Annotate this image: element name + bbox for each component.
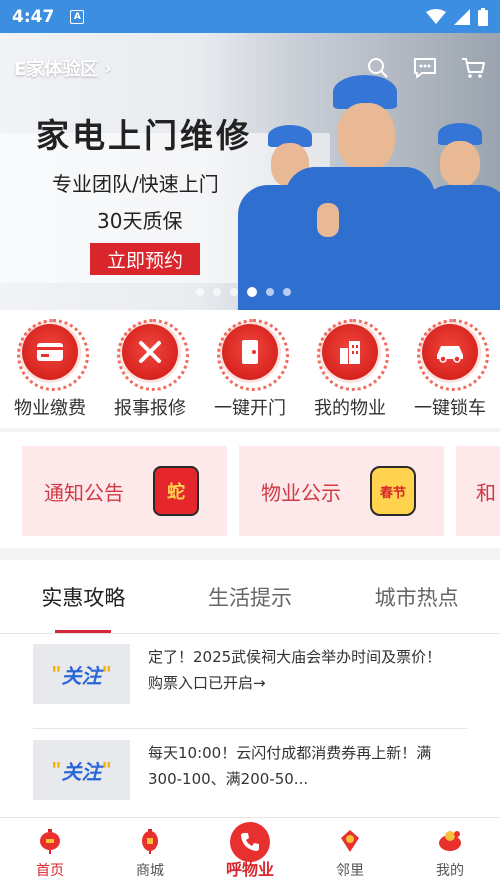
notification-icon: A [70,9,85,24]
service-label: 一键开门 [214,398,286,419]
carousel-dot[interactable] [266,288,274,296]
nav-neighbors[interactable]: 邻里 [300,818,400,888]
news-headline: 每天10:00！云闪付成都消费券再上新！满300-100、满200-50... [148,744,432,788]
book-now-button[interactable]: 立即预约 [90,243,200,275]
news-thumbnail: " 关注 " [33,644,130,704]
notice-cards: 通知公告 蛇 物业公示 春节 和 [0,432,500,548]
hero-banner[interactable]: E家体验区 › 家电上门维修 专业团队/快速上门 30天质保 立即预约 [0,33,500,310]
carousel-dot[interactable] [196,288,204,296]
notice-card-publicity[interactable]: 物业公示 春节 [239,446,444,536]
card-label: 物业公示 [261,480,341,505]
service-label: 一键锁车 [414,398,486,419]
news-item[interactable]: " 关注 " 定了！2025武侯祠大庙会举办时间及票价！购票入口已开启→ [33,644,467,726]
bottom-nav: 首页 商城 呼物业 邻里 我的 [0,817,500,888]
wifi-icon [426,8,446,24]
building-icon [317,319,389,391]
neighbors-icon [341,830,359,852]
service-repair[interactable]: 报事报修 [105,319,195,428]
news-item[interactable]: " 关注 " 每天10:00！云闪付成都消费券再上新！满300-100、满200-5… [33,740,467,822]
banner-title: 家电上门维修 [36,116,252,155]
tools-icon [117,319,189,391]
chevron-right-icon: › [104,57,112,79]
service-label: 物业缴费 [14,398,86,419]
thumbnail-text: 关注 [61,759,102,784]
news-section: 实惠攻略 生活提示 城市热点 " 关注 " 定了！2025武侯祠大庙会举办时间及票价… [0,560,500,817]
service-label: 报事报修 [114,398,186,419]
nav-profile[interactable]: 我的 [400,818,500,888]
search-icon[interactable] [366,56,390,80]
tv-badge-text: 春节 [379,485,406,501]
door-icon [217,319,289,391]
home-lantern-icon [40,829,60,854]
tab-deals[interactable]: 实惠攻略 [0,560,167,633]
header-actions [366,56,486,80]
cart-icon[interactable] [460,56,486,80]
service-shortcuts: 物业缴费 报事报修 一键开门 我的物业 一键锁车 [0,310,500,428]
card-label: 通知公告 [44,480,124,505]
phone-icon [230,822,270,862]
banner-subtitle-2: 30天质保 [97,209,183,233]
card-icon [17,319,89,391]
clock: 4:47 [12,6,55,27]
nav-mall[interactable]: 商城 [100,818,200,888]
banner-subtitle-1: 专业团队/快速上门 [52,172,219,196]
notice-card-partial[interactable]: 和 [456,446,500,536]
calendar-icon: 蛇 [153,466,199,516]
system-icons [426,7,488,26]
message-icon[interactable] [412,56,438,80]
tab-city-hotspots[interactable]: 城市热点 [333,560,500,633]
divider [33,728,467,729]
signal-icon [454,8,470,25]
service-label: 我的物业 [314,398,386,419]
carousel-dot[interactable] [283,288,291,296]
status-bar: 4:47 A [0,0,500,33]
top-bar: E家体验区 › [0,33,500,103]
nav-label: 邻里 [336,863,364,879]
nav-label: 商城 [136,863,164,879]
carousel-dot-active[interactable] [247,287,257,297]
news-thumbnail: " 关注 " [33,740,130,800]
carousel-dot[interactable] [213,288,221,296]
worker-figure-front [285,75,435,310]
tab-life-tips[interactable]: 生活提示 [167,560,334,633]
news-headline: 定了！2025武侯祠大庙会举办时间及票价！购票入口已开启→ [148,648,442,692]
carousel-dot[interactable] [230,288,238,296]
nav-label: 首页 [36,863,64,879]
service-lock-car[interactable]: 一键锁车 [405,319,495,428]
thumbnail-text: 关注 [61,663,102,688]
service-property-fee[interactable]: 物业缴费 [5,319,95,428]
battery-icon [478,7,488,26]
service-my-property[interactable]: 我的物业 [305,319,395,428]
calendar-badge-text: 蛇 [167,482,185,503]
news-tabs: 实惠攻略 生活提示 城市热点 [0,560,500,634]
mall-lantern-icon [142,829,158,854]
car-icon [417,319,489,391]
profile-icon [439,831,461,851]
community-selector[interactable]: E家体验区 › [14,55,112,81]
notice-card-announcement[interactable]: 通知公告 蛇 [22,446,227,536]
community-name: E家体验区 [14,59,99,80]
nav-label: 我的 [436,863,464,879]
tv-icon: 春节 [370,466,416,516]
service-open-door[interactable]: 一键开门 [205,319,295,428]
nav-call-property[interactable]: 呼物业 [200,818,300,888]
card-label: 和 [476,480,496,505]
carousel-indicator [196,287,291,297]
nav-home[interactable]: 首页 [0,818,100,888]
